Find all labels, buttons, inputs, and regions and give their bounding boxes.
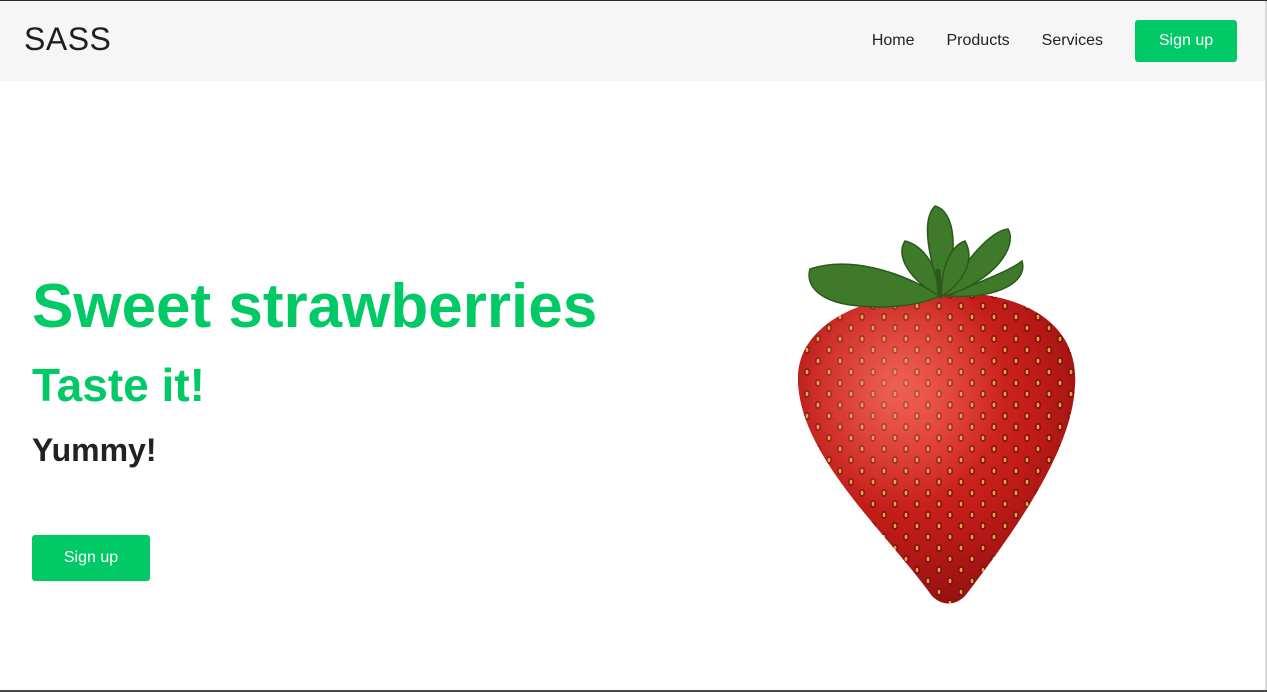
nav-link-home[interactable]: Home xyxy=(872,32,915,50)
nav-link-products[interactable]: Products xyxy=(947,32,1010,50)
nav-link-services[interactable]: Services xyxy=(1042,32,1103,50)
navbar: SASS Home Products Services Sign up xyxy=(0,1,1265,81)
page: SASS Home Products Services Sign up Swee… xyxy=(0,0,1267,692)
hero-text: Sweet strawberries Taste it! Yummy! xyxy=(32,271,597,469)
brand-logo[interactable]: SASS xyxy=(24,21,111,58)
hero-tagline: Yummy! xyxy=(32,432,157,468)
strawberry-leaves xyxy=(808,205,1024,308)
hero-title: Sweet strawberries xyxy=(32,272,598,341)
nav-signup-button[interactable]: Sign up xyxy=(1135,20,1237,62)
nav-links: Home Products Services Sign up xyxy=(872,20,1237,62)
hero-signup-button[interactable]: Sign up xyxy=(32,535,150,581)
hero-subtitle: Taste it! xyxy=(32,359,205,411)
strawberry-image xyxy=(797,205,1076,604)
